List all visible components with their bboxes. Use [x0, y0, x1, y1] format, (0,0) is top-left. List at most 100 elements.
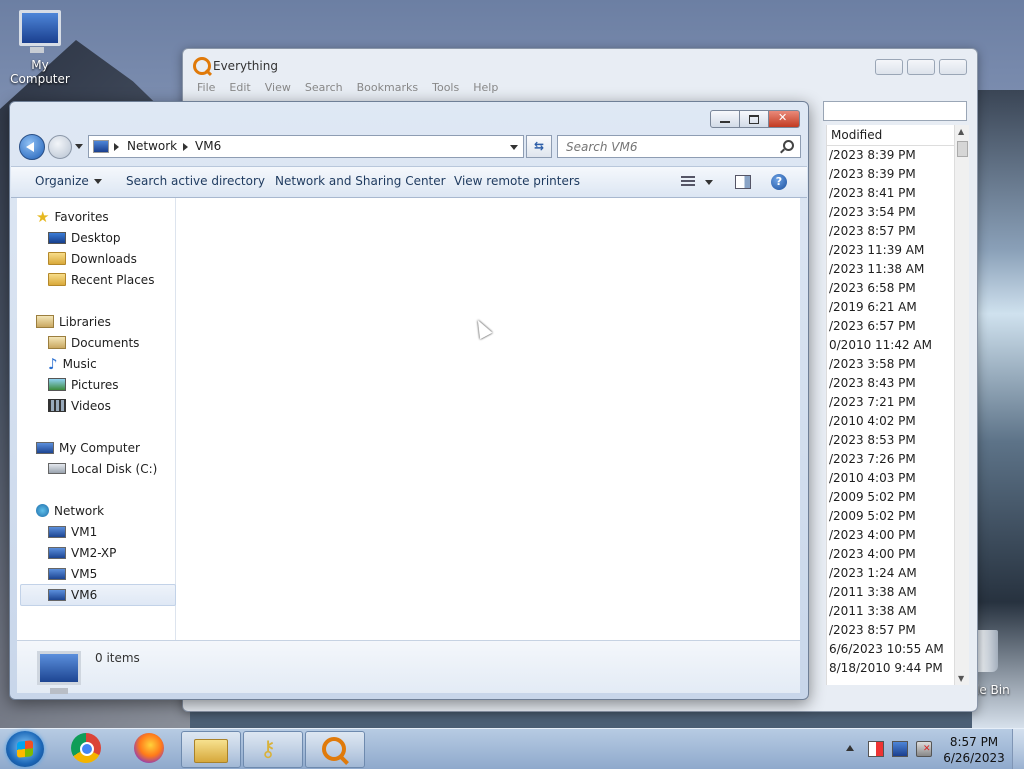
close-button[interactable]	[769, 110, 800, 128]
search-active-directory-button[interactable]: Search active directory	[126, 174, 265, 188]
result-row[interactable]: 8/18/2010 9:44 PM	[827, 659, 969, 678]
result-row[interactable]: /2023 11:39 AM	[827, 241, 969, 260]
file-list-area[interactable]	[176, 198, 800, 640]
nav-music[interactable]: ♪ Music	[48, 354, 97, 374]
nav-local-disk[interactable]: Local Disk (C:)	[48, 459, 157, 479]
result-row[interactable]: /2023 8:41 PM	[827, 184, 969, 203]
menu-tools[interactable]: Tools	[432, 81, 459, 94]
nav-downloads[interactable]: Downloads	[48, 249, 137, 269]
breadcrumb-arrow-icon[interactable]	[114, 143, 119, 151]
breadcrumb-vm6[interactable]: VM6	[195, 139, 221, 153]
minimize-button[interactable]	[710, 110, 740, 128]
maximize-button[interactable]	[740, 110, 769, 128]
action-center-flag-icon[interactable]	[868, 741, 884, 757]
result-row[interactable]: /2023 8:39 PM	[827, 146, 969, 165]
clock[interactable]: 8:57 PM 6/26/2023	[940, 734, 1008, 766]
search-input[interactable]	[564, 139, 768, 155]
result-row[interactable]: /2011 3:38 AM	[827, 602, 969, 621]
result-row[interactable]: /2019 6:21 AM	[827, 298, 969, 317]
taskbar-explorer-button[interactable]	[181, 731, 241, 768]
breadcrumb-network[interactable]: Network	[127, 139, 177, 153]
nav-documents[interactable]: Documents	[48, 333, 139, 353]
menu-edit[interactable]: Edit	[229, 81, 250, 94]
show-hidden-icons-icon[interactable]	[846, 745, 854, 751]
result-row[interactable]: /2010 4:02 PM	[827, 412, 969, 431]
preview-pane-icon[interactable]	[735, 175, 751, 189]
result-row[interactable]: /2023 8:57 PM	[827, 222, 969, 241]
show-desktop-button[interactable]	[1012, 729, 1024, 769]
network-sharing-center-button[interactable]: Network and Sharing Center	[275, 174, 446, 188]
volume-muted-icon[interactable]	[916, 741, 932, 757]
nav-recent-places[interactable]: Recent Places	[48, 270, 154, 290]
chrome-icon[interactable]	[71, 733, 101, 763]
nav-network[interactable]: Network	[36, 501, 104, 521]
taskbar-everything-button[interactable]	[305, 731, 365, 768]
desktop-icon-my-computer[interactable]: My Computer	[0, 10, 80, 86]
everything-search-input[interactable]	[823, 101, 967, 121]
recent-pages-dropdown[interactable]	[75, 144, 83, 149]
menu-search[interactable]: Search	[305, 81, 343, 94]
navigation-pane[interactable]: ★ Favorites Desktop Downloads Recent Plac…	[17, 198, 176, 640]
network-tray-icon[interactable]	[892, 741, 908, 757]
result-row[interactable]: /2011 3:38 AM	[827, 583, 969, 602]
menu-help[interactable]: Help	[473, 81, 498, 94]
taskbar-keys-button[interactable]: ⚷	[243, 731, 303, 768]
result-row[interactable]: /2023 8:43 PM	[827, 374, 969, 393]
scroll-up-arrow-icon[interactable]: ▲	[958, 127, 964, 136]
nav-vm5[interactable]: VM5	[48, 564, 97, 584]
views-dropdown-icon[interactable]	[705, 180, 713, 185]
result-row[interactable]: /2023 1:24 AM	[827, 564, 969, 583]
help-icon[interactable]: ?	[771, 174, 787, 190]
view-remote-printers-button[interactable]: View remote printers	[454, 174, 580, 188]
address-dropdown-icon[interactable]	[510, 145, 518, 150]
everything-maximize-button[interactable]	[907, 59, 935, 75]
result-row[interactable]: /2023 6:57 PM	[827, 317, 969, 336]
scroll-down-arrow-icon[interactable]: ▼	[958, 674, 964, 683]
search-box[interactable]	[557, 135, 801, 158]
refresh-button[interactable]: ⇆	[526, 135, 552, 158]
everything-results-list[interactable]: Modified /2023 8:39 PM/2023 8:39 PM/2023…	[826, 125, 969, 685]
menu-file[interactable]: File	[197, 81, 215, 94]
result-row[interactable]: /2023 6:58 PM	[827, 279, 969, 298]
result-row[interactable]: /2023 3:58 PM	[827, 355, 969, 374]
back-button[interactable]	[19, 134, 45, 160]
everything-scrollbar[interactable]: ▲ ▼	[954, 125, 969, 685]
everything-close-button[interactable]	[939, 59, 967, 75]
organize-button[interactable]: Organize	[35, 174, 102, 188]
scroll-thumb[interactable]	[957, 141, 968, 157]
address-bar[interactable]: Network VM6	[88, 135, 524, 158]
nav-my-computer[interactable]: My Computer	[36, 438, 140, 458]
menu-bookmarks[interactable]: Bookmarks	[357, 81, 418, 94]
menu-view[interactable]: View	[265, 81, 291, 94]
result-row[interactable]: /2009 5:02 PM	[827, 488, 969, 507]
everything-minimize-button[interactable]	[875, 59, 903, 75]
result-row[interactable]: /2023 4:00 PM	[827, 545, 969, 564]
result-row[interactable]: /2023 8:39 PM	[827, 165, 969, 184]
views-icon[interactable]	[681, 176, 695, 188]
start-button[interactable]	[6, 731, 44, 767]
nav-vm1[interactable]: VM1	[48, 522, 97, 542]
nav-vm2-xp[interactable]: VM2-XP	[48, 543, 116, 563]
result-row[interactable]: /2009 5:02 PM	[827, 507, 969, 526]
search-icon[interactable]	[783, 140, 794, 151]
forward-button[interactable]	[48, 135, 72, 159]
nav-pictures[interactable]: Pictures	[48, 375, 119, 395]
result-row[interactable]: /2023 3:54 PM	[827, 203, 969, 222]
result-row[interactable]: /2023 7:26 PM	[827, 450, 969, 469]
breadcrumb-arrow-icon[interactable]	[183, 143, 188, 151]
column-header-modified[interactable]: Modified	[827, 125, 969, 146]
nav-vm6[interactable]: VM6	[48, 585, 97, 605]
result-row[interactable]: /2010 4:03 PM	[827, 469, 969, 488]
nav-favorites[interactable]: ★ Favorites	[36, 207, 109, 227]
result-row[interactable]: 0/2010 11:42 AM	[827, 336, 969, 355]
explorer-window[interactable]: Network VM6 ⇆ Organize Search active dir…	[9, 101, 809, 700]
result-row[interactable]: /2023 4:00 PM	[827, 526, 969, 545]
desktop-icon-recycle-bin-label[interactable]: le Bin	[976, 683, 1010, 697]
nav-videos[interactable]: Videos	[48, 396, 111, 416]
nav-desktop[interactable]: Desktop	[48, 228, 121, 248]
result-row[interactable]: /2023 8:53 PM	[827, 431, 969, 450]
result-row[interactable]: /2023 7:21 PM	[827, 393, 969, 412]
firefox-icon[interactable]	[134, 733, 164, 763]
result-row[interactable]: 6/6/2023 10:55 AM	[827, 640, 969, 659]
nav-libraries[interactable]: Libraries	[36, 312, 111, 332]
